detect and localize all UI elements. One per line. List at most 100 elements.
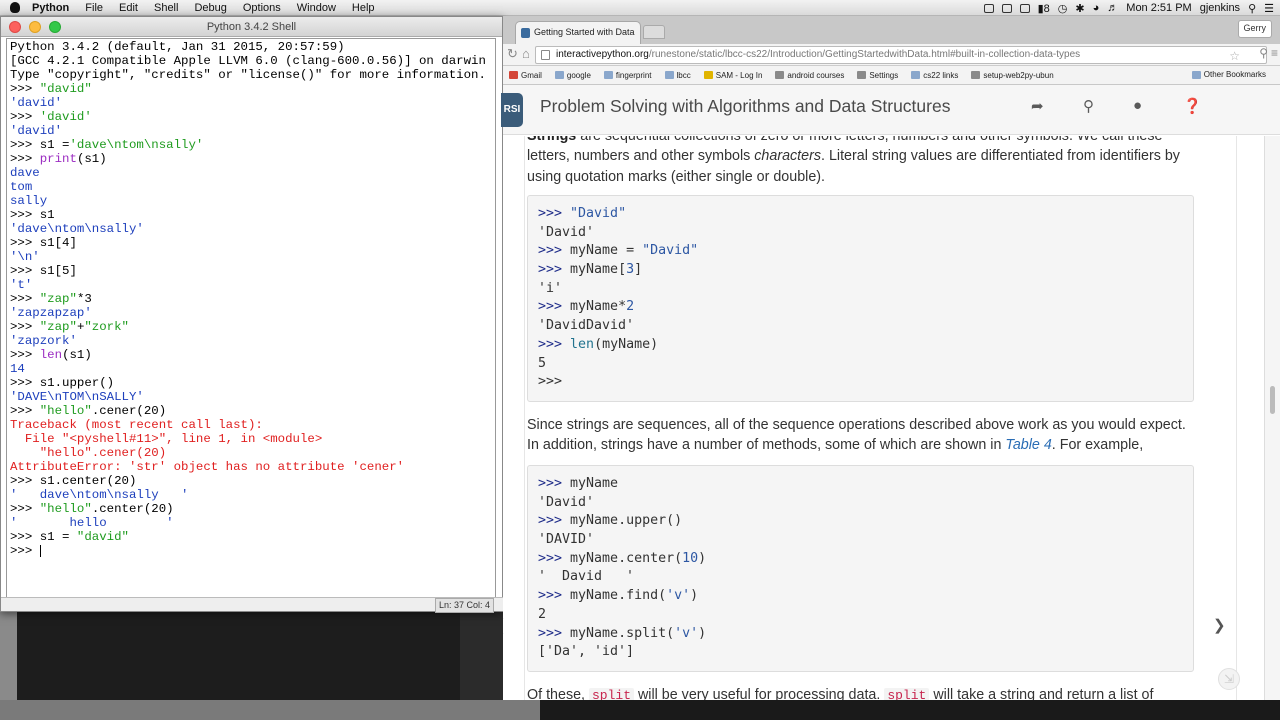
- menu-options[interactable]: Options: [235, 2, 289, 14]
- close-button[interactable]: [9, 21, 21, 33]
- code-token: ['Da', 'id']: [538, 644, 635, 660]
- runestone-logo[interactable]: RSI: [501, 93, 523, 127]
- shell-text: .center(20): [91, 502, 174, 516]
- shell-line: >>> "hello".center(20): [10, 502, 495, 516]
- bookmark-label: cs22 links: [923, 70, 959, 80]
- menu-python[interactable]: Python: [24, 2, 77, 14]
- shell-text-area[interactable]: Python 3.4.2 (default, Jan 31 2015, 20:5…: [6, 38, 496, 599]
- bookmark-item[interactable]: Gmail: [509, 71, 542, 80]
- shell-line: >>> s1[4]: [10, 236, 495, 250]
- site-title[interactable]: Problem Solving with Algorithms and Data…: [540, 96, 950, 117]
- code-line: >>> len(myName): [538, 336, 1183, 355]
- previous-page-arrow-icon[interactable]: ❮: [503, 616, 506, 634]
- shell-text: "hello": [39, 502, 92, 516]
- code-block-1: >>> "David" 'David' >>> myName = "David" >>…: [527, 195, 1194, 402]
- shell-title-bar[interactable]: Python 3.4.2 Shell: [1, 17, 502, 37]
- menu-shell[interactable]: Shell: [146, 2, 186, 14]
- site-header: RSI Problem Solving with Algorithms and …: [501, 85, 1280, 135]
- menu-debug[interactable]: Debug: [186, 2, 234, 14]
- code-token: 'David': [538, 224, 595, 240]
- clock[interactable]: Mon 2:51 PM: [1126, 2, 1191, 14]
- bookmark-item[interactable]: Settings: [857, 71, 898, 80]
- tab-getting-started[interactable]: Getting Started with Data: [515, 21, 641, 44]
- code-token: >>>: [538, 243, 571, 259]
- zoom-icon[interactable]: ⚲: [1259, 46, 1268, 60]
- share-icon[interactable]: ➦: [1031, 97, 1044, 115]
- right-gutter: [1236, 136, 1237, 700]
- reload-icon[interactable]: ↻: [507, 46, 518, 62]
- address-bar[interactable]: interactivepython.org/runestone/static/l…: [535, 46, 1267, 64]
- new-tab-button[interactable]: [643, 25, 665, 39]
- shell-status-bar: Ln: 37 Col: 4: [1, 597, 504, 613]
- code-token: >>>: [538, 550, 571, 566]
- menu-help[interactable]: Help: [344, 2, 383, 14]
- menu-file[interactable]: File: [77, 2, 111, 14]
- bookmark-star-icon[interactable]: ☆: [1229, 49, 1240, 63]
- bookmark-item[interactable]: google: [554, 71, 591, 80]
- bookmark-item[interactable]: SAM - Log In: [703, 71, 762, 80]
- shell-line: >>> s1[5]: [10, 264, 495, 278]
- user-name[interactable]: gjenkins: [1200, 2, 1240, 14]
- code-token: >>>: [538, 206, 571, 221]
- code-token: myName.find(: [570, 588, 667, 604]
- status-icon[interactable]: [1001, 3, 1012, 13]
- code-token: myName =: [570, 243, 643, 259]
- time-machine-icon[interactable]: ◷: [1058, 2, 1068, 15]
- code-token: ' David ': [538, 569, 635, 585]
- code-token: >>>: [538, 374, 563, 390]
- code-token: 2: [626, 299, 635, 315]
- wifi-icon[interactable]: ◕: [1093, 2, 1100, 14]
- menu-bar: Python File Edit Shell Debug Options Win…: [0, 0, 1280, 16]
- chrome-menu-icon[interactable]: ≡: [1271, 46, 1278, 60]
- shell-line: [GCC 4.2.1 Compatible Apple LLVM 6.0 (cl…: [10, 54, 495, 68]
- menu-window[interactable]: Window: [289, 2, 344, 14]
- shell-text: "david": [39, 82, 92, 96]
- vertical-scrollbar[interactable]: [1264, 136, 1280, 700]
- shell-line: >>> s1.center(20): [10, 474, 495, 488]
- help-icon[interactable]: ❓: [1183, 97, 1202, 115]
- shell-line: 'zapzapzap': [10, 306, 495, 320]
- shell-line: File "<pyshell#11>", line 1, in <module>: [10, 432, 495, 446]
- zoom-button[interactable]: [49, 21, 61, 33]
- bluetooth-icon[interactable]: ✱: [1075, 2, 1084, 15]
- scrollbar-thumb[interactable]: [1270, 386, 1275, 414]
- shell-line: >>> s1: [10, 208, 495, 222]
- bookmark-item[interactable]: cs22 links: [911, 71, 958, 80]
- shell-text: dave: [10, 166, 40, 180]
- status-icon[interactable]: [983, 3, 994, 13]
- shell-text: "zap": [39, 320, 77, 334]
- profile-button[interactable]: Gerry: [1237, 20, 1272, 38]
- minimize-button[interactable]: [29, 21, 41, 33]
- search-icon[interactable]: ⚲: [1083, 97, 1094, 115]
- spotlight-icon[interactable]: ⚲: [1248, 2, 1256, 15]
- shell-text: >>> s1[5]: [10, 264, 77, 278]
- home-icon[interactable]: ⌂: [522, 46, 530, 61]
- bookmark-item[interactable]: android courses: [775, 71, 844, 80]
- expand-icon[interactable]: ⇲: [1218, 668, 1240, 690]
- code-token: ): [698, 625, 707, 641]
- other-bookmarks[interactable]: Other Bookmarks: [1191, 70, 1266, 79]
- bookmark-label: android courses: [787, 70, 845, 80]
- bookmark-item[interactable]: lbcc: [664, 71, 691, 80]
- bookmark-item[interactable]: fingerprint: [603, 71, 652, 80]
- next-page-arrow-icon[interactable]: ❯: [1213, 616, 1226, 634]
- table-4-link[interactable]: Table 4: [1005, 437, 1051, 453]
- code-token: >>>: [538, 588, 571, 604]
- shell-text: 'DAVE\nTOM\nSALLY': [10, 390, 144, 404]
- apple-icon[interactable]: [10, 2, 20, 13]
- volume-icon[interactable]: ♬: [1107, 2, 1118, 14]
- shell-text: print: [39, 152, 77, 166]
- battery-icon[interactable]: ▮8: [1038, 2, 1050, 15]
- shell-text: >>>: [10, 320, 40, 334]
- status-icon[interactable]: [1019, 3, 1030, 13]
- code-token: len: [570, 336, 595, 352]
- shell-line: ' dave\ntom\nsally ': [10, 488, 495, 502]
- code-line: 2: [538, 606, 1183, 625]
- code-line: >>> "David": [538, 205, 1183, 224]
- menu-edit[interactable]: Edit: [111, 2, 146, 14]
- shell-line: >>> s1 ='dave\ntom\nsally': [10, 138, 495, 152]
- code-token: myName.upper(): [570, 513, 683, 529]
- user-icon[interactable]: ●: [1133, 97, 1142, 114]
- bookmark-item[interactable]: setup-web2py-ubun: [971, 71, 1054, 80]
- notification-center-icon[interactable]: ☰: [1264, 2, 1274, 15]
